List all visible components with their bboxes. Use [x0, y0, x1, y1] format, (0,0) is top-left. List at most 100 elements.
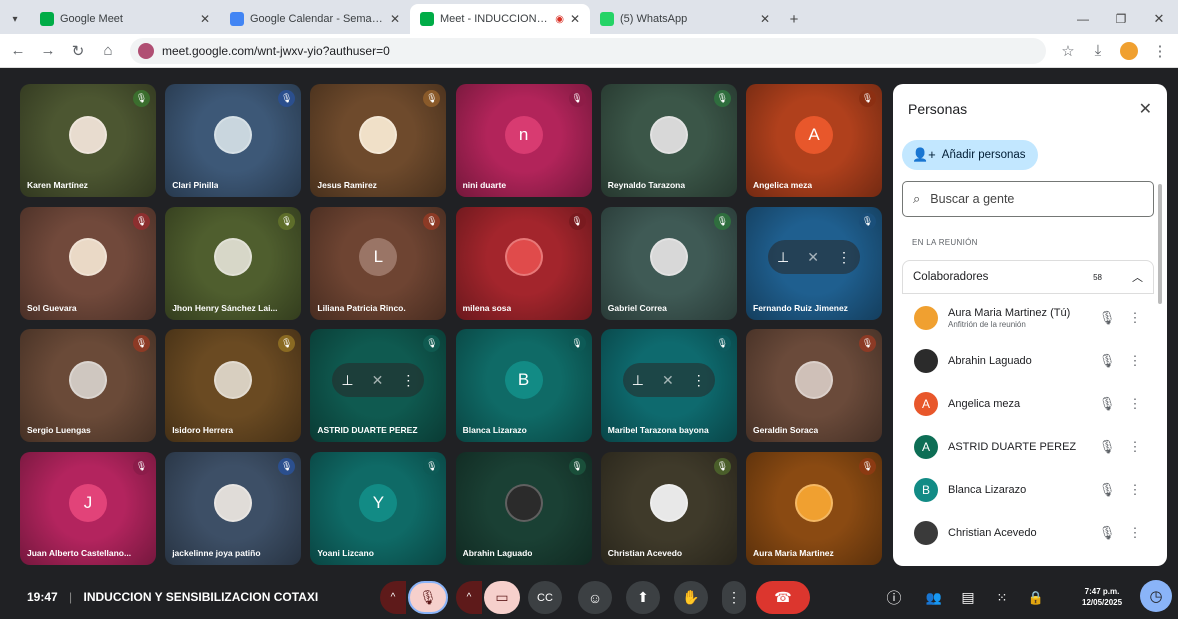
browser-tab[interactable]: Google Calendar - Semana del ✕: [220, 4, 410, 34]
participant-tile[interactable]: 🎙︎ jackelinne joya patiño: [165, 451, 302, 565]
muted-mic-icon[interactable]: 🎙︎: [1096, 439, 1118, 455]
people-list-item[interactable]: Abrahin Laguado 🎙︎ ⋮: [902, 339, 1154, 382]
tile-hover-controls[interactable]: ⊥ ✕ ⋮: [622, 363, 715, 398]
captions-button[interactable]: CC: [528, 581, 562, 614]
person-more-icon[interactable]: ⋮: [1128, 310, 1142, 326]
close-icon[interactable]: ✕: [1139, 99, 1152, 119]
info-icon[interactable]: ⓘ: [882, 581, 906, 614]
present-button[interactable]: ⬆: [626, 581, 660, 614]
tab-search-button[interactable]: ▾: [0, 4, 30, 34]
search-people-input[interactable]: ⌕ Buscar a gente: [902, 181, 1154, 217]
camera-toggle-button[interactable]: ▭: [484, 581, 520, 614]
muted-mic-icon[interactable]: 🎙︎: [1096, 310, 1118, 326]
participant-tile[interactable]: 🎙︎ ⊥ ✕ ⋮ Maribel Tarazona bayona: [600, 329, 737, 443]
people-icon[interactable]: 👥: [922, 581, 946, 614]
add-people-button[interactable]: 👤+ Añadir personas: [902, 140, 1038, 170]
participant-tile[interactable]: 🎙︎ Jhon Henry Sánchez Lai...: [165, 206, 302, 320]
participant-tile[interactable]: 🎙︎ J Juan Alberto Castellano...: [20, 451, 156, 565]
tile-hover-controls[interactable]: ⊥ ✕ ⋮: [768, 240, 860, 275]
tile-more-icon[interactable]: ⋮: [837, 249, 851, 266]
browser-tab[interactable]: (5) WhatsApp ✕: [590, 4, 780, 34]
muted-mic-icon[interactable]: 🎙︎: [1096, 353, 1118, 369]
chat-icon[interactable]: ▤: [956, 581, 980, 614]
participant-tile[interactable]: 🎙︎ Christian Acevedo: [600, 451, 737, 565]
participant-tile[interactable]: 🎙︎ Clari Pinilla: [165, 84, 302, 197]
person-more-icon[interactable]: ⋮: [1128, 482, 1142, 498]
people-list-item[interactable]: Aura Maria Martinez (Tú) Anfitrión de la…: [902, 296, 1154, 339]
forward-icon[interactable]: →: [40, 42, 56, 59]
chevron-up-icon[interactable]: ︿: [1132, 269, 1143, 285]
participant-tile[interactable]: 🎙︎ Sol Guevara: [20, 206, 156, 320]
tab-close-icon[interactable]: ✕: [760, 12, 770, 26]
participant-tile[interactable]: 🎙︎ Gabriel Correa: [600, 206, 737, 320]
participant-tile[interactable]: 🎙︎ Jesus Ramirez: [310, 84, 447, 197]
tile-more-icon[interactable]: ⋮: [692, 372, 706, 389]
muted-mic-icon[interactable]: 🎙︎: [1096, 525, 1118, 541]
notification-icon[interactable]: ◷: [1140, 580, 1172, 612]
restore-button[interactable]: ❐: [1102, 4, 1140, 34]
browser-tab[interactable]: Google Meet ✕: [30, 4, 220, 34]
person-more-icon[interactable]: ⋮: [1128, 353, 1142, 369]
camera-options-button[interactable]: ^: [456, 581, 482, 614]
participant-tile[interactable]: 🎙︎ ⊥ ✕ ⋮ Fernando Ruiz Jimenez: [746, 206, 882, 320]
more-options-button[interactable]: ⋮: [722, 581, 746, 614]
participant-tile[interactable]: 🎙︎ Abrahin Laguado: [455, 451, 592, 565]
person-more-icon[interactable]: ⋮: [1128, 396, 1142, 412]
muted-mic-icon[interactable]: 🎙︎: [1096, 396, 1118, 412]
person-role: Anfitrión de la reunión: [948, 319, 1026, 329]
browser-tab[interactable]: Meet - INDUCCION Y SENS ◉ ✕: [410, 4, 590, 34]
participant-tile[interactable]: 🎙︎ Karen Martínez: [20, 84, 156, 197]
participant-tile[interactable]: 🎙︎ ⊥ ✕ ⋮ ASTRID DUARTE PEREZ: [310, 329, 447, 443]
participant-tile[interactable]: 🎙︎ n nini duarte: [455, 84, 592, 197]
reload-icon[interactable]: ↻: [70, 42, 86, 60]
participant-tile[interactable]: 🎙︎ milena sosa: [455, 206, 592, 320]
bookmark-star-icon[interactable]: ☆: [1060, 42, 1076, 60]
host-controls-icon[interactable]: 🔒: [1024, 581, 1048, 614]
home-icon[interactable]: ⌂: [100, 42, 116, 59]
tab-close-icon[interactable]: ✕: [200, 12, 210, 26]
participant-tile[interactable]: 🎙︎ Aura Maria Martinez: [746, 451, 882, 565]
mic-toggle-button[interactable]: 🎙︎: [408, 581, 448, 614]
person-more-icon[interactable]: ⋮: [1128, 439, 1142, 455]
people-scrollbar[interactable]: [1158, 184, 1162, 304]
menu-kebab-icon[interactable]: ⋮: [1152, 42, 1168, 60]
pin-icon[interactable]: ⊥: [777, 249, 789, 266]
pin-icon[interactable]: ⊥: [341, 372, 353, 389]
unpin-icon[interactable]: ✕: [662, 372, 674, 389]
minimize-button[interactable]: —: [1064, 4, 1102, 34]
mic-options-button[interactable]: ^: [380, 581, 406, 614]
profile-avatar[interactable]: [1120, 41, 1138, 60]
reactions-button[interactable]: ☺: [578, 581, 612, 614]
people-list-item[interactable]: Christian Acevedo 🎙︎ ⋮: [902, 511, 1154, 554]
tile-hover-controls[interactable]: ⊥ ✕ ⋮: [332, 363, 425, 398]
person-more-icon[interactable]: ⋮: [1128, 525, 1142, 541]
close-window-button[interactable]: ✕: [1140, 4, 1178, 34]
people-list-item[interactable]: A ASTRID DUARTE PEREZ 🎙︎ ⋮: [902, 425, 1154, 468]
collaborators-group-header[interactable]: Colaboradores 58 ︿: [902, 260, 1154, 294]
tile-more-icon[interactable]: ⋮: [401, 372, 415, 389]
back-icon[interactable]: ←: [10, 42, 26, 59]
unpin-icon[interactable]: ✕: [372, 372, 384, 389]
participant-tile[interactable]: 🎙︎ Isidoro Herrera: [165, 329, 302, 443]
download-icon[interactable]: ⤓: [1090, 42, 1106, 59]
participant-tile[interactable]: 🎙︎ Geraldin Soraca: [746, 329, 882, 443]
participant-tile[interactable]: 🎙︎ A Angelica meza: [746, 84, 882, 197]
leave-call-button[interactable]: ☎: [756, 581, 810, 614]
participant-tile[interactable]: 🎙︎ Reynaldo Tarazona: [600, 84, 737, 197]
tab-close-icon[interactable]: ✕: [390, 12, 400, 26]
muted-mic-icon[interactable]: 🎙︎: [1096, 482, 1118, 498]
people-list-item[interactable]: A Angelica meza 🎙︎ ⋮: [902, 382, 1154, 425]
participant-tile[interactable]: 🎙︎ B Blanca Lizarazo: [455, 329, 592, 443]
pin-icon[interactable]: ⊥: [632, 372, 644, 389]
activities-icon[interactable]: ⁙: [990, 581, 1014, 614]
raise-hand-button[interactable]: ✋: [674, 581, 708, 614]
participant-tile[interactable]: 🎙︎ L Liliana Patricia Rinco.: [310, 206, 447, 320]
new-tab-button[interactable]: +: [780, 4, 808, 34]
unpin-icon[interactable]: ✕: [807, 249, 819, 266]
participant-tile[interactable]: 🎙︎ Sergio Luengas: [20, 329, 156, 443]
address-bar[interactable]: meet.google.com/wnt-jwxv-yio?authuser=0: [130, 37, 1046, 64]
participant-tile[interactable]: 🎙︎ Y Yoani Lizcano: [310, 451, 447, 565]
tab-close-icon[interactable]: ✕: [570, 12, 580, 26]
people-list-item[interactable]: B Blanca Lizarazo 🎙︎ ⋮: [902, 468, 1154, 511]
site-info-icon[interactable]: [138, 42, 154, 59]
